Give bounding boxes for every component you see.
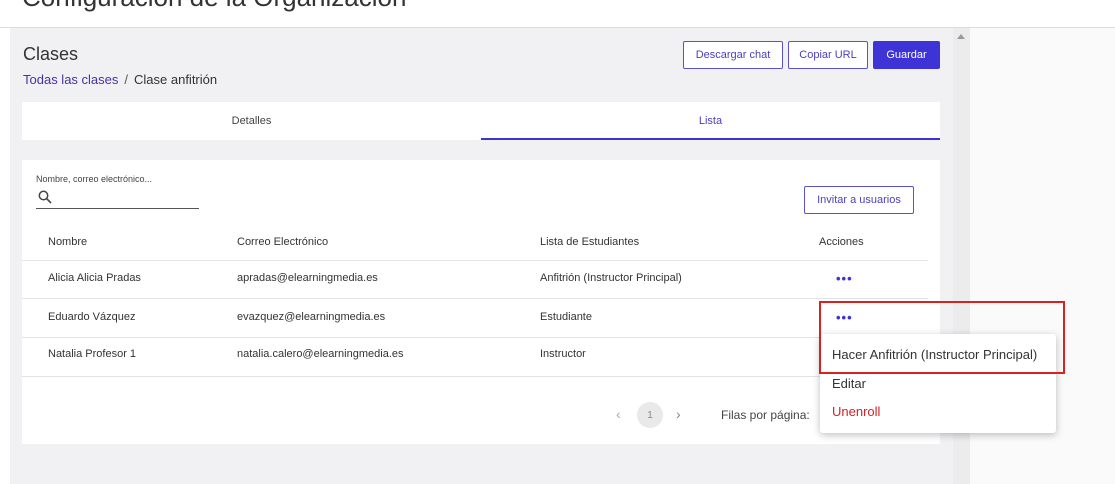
prev-page-icon[interactable]: ‹ — [616, 406, 621, 422]
annotation-highlight-box — [819, 301, 1065, 374]
invite-users-button[interactable]: Invitar a usuarios — [804, 186, 914, 214]
table-header: Nombre Correo Electrónico Lista de Estud… — [22, 226, 928, 261]
cell-role: Estudiante — [540, 311, 592, 323]
cell-role: Anfitrión (Instructor Principal) — [540, 272, 682, 284]
cell-email: evazquez@elearningmedia.es — [237, 311, 386, 323]
header-email: Correo Electrónico — [237, 236, 329, 248]
pagination: ‹ 1 › Filas por página: — [22, 402, 940, 428]
breadcrumb: Todas las clases / Clase anfitrión — [23, 72, 217, 87]
page-title: Configuración de la Organización — [22, 0, 406, 13]
cell-name: Alicia Alicia Pradas — [48, 272, 141, 284]
cell-role: Instructor — [540, 348, 586, 360]
cell-name: Natalia Profesor 1 — [48, 348, 137, 360]
search-input[interactable] — [36, 188, 199, 209]
cell-email: apradas@elearningmedia.es — [237, 272, 378, 284]
tab-bar: Detalles Lista — [22, 102, 940, 140]
page-number-button[interactable]: 1 — [637, 402, 663, 428]
table-row: Alicia Alicia Pradas apradas@elearningme… — [22, 260, 928, 299]
table-row: Eduardo Vázquez evazquez@elearningmedia.… — [22, 299, 928, 338]
save-button[interactable]: Guardar — [873, 41, 940, 69]
menu-item-unenroll[interactable]: Unenroll — [832, 404, 880, 419]
rows-per-page-label: Filas por página: — [721, 408, 810, 422]
roster-card: Nombre, correo electrónico... Invitar a … — [22, 160, 940, 444]
tab-details[interactable]: Detalles — [22, 102, 481, 140]
breadcrumb-all-classes-link[interactable]: Todas las clases — [23, 72, 118, 87]
scroll-up-icon[interactable] — [957, 34, 965, 39]
header-actions: Acciones — [819, 236, 864, 248]
table-row: Natalia Profesor 1 natalia.calero@elearn… — [22, 338, 928, 377]
breadcrumb-current: Clase anfitrión — [134, 72, 218, 87]
cell-name: Eduardo Vázquez — [48, 311, 136, 323]
breadcrumb-separator: / — [124, 72, 129, 87]
search-icon — [38, 190, 52, 204]
next-page-icon[interactable]: › — [676, 406, 681, 422]
copy-url-button[interactable]: Copiar URL — [788, 41, 868, 69]
menu-item-edit[interactable]: Editar — [832, 376, 866, 391]
row-actions-button[interactable]: ••• — [836, 271, 853, 286]
tab-list[interactable]: Lista — [481, 102, 940, 140]
download-chat-button[interactable]: Descargar chat — [683, 41, 783, 69]
cell-email: natalia.calero@elearningmedia.es — [237, 348, 404, 360]
section-title: Clases — [23, 44, 79, 64]
header-name: Nombre — [48, 236, 88, 248]
search-label: Nombre, correo electrónico... — [36, 174, 153, 184]
header-role: Lista de Estudiantes — [540, 236, 640, 248]
